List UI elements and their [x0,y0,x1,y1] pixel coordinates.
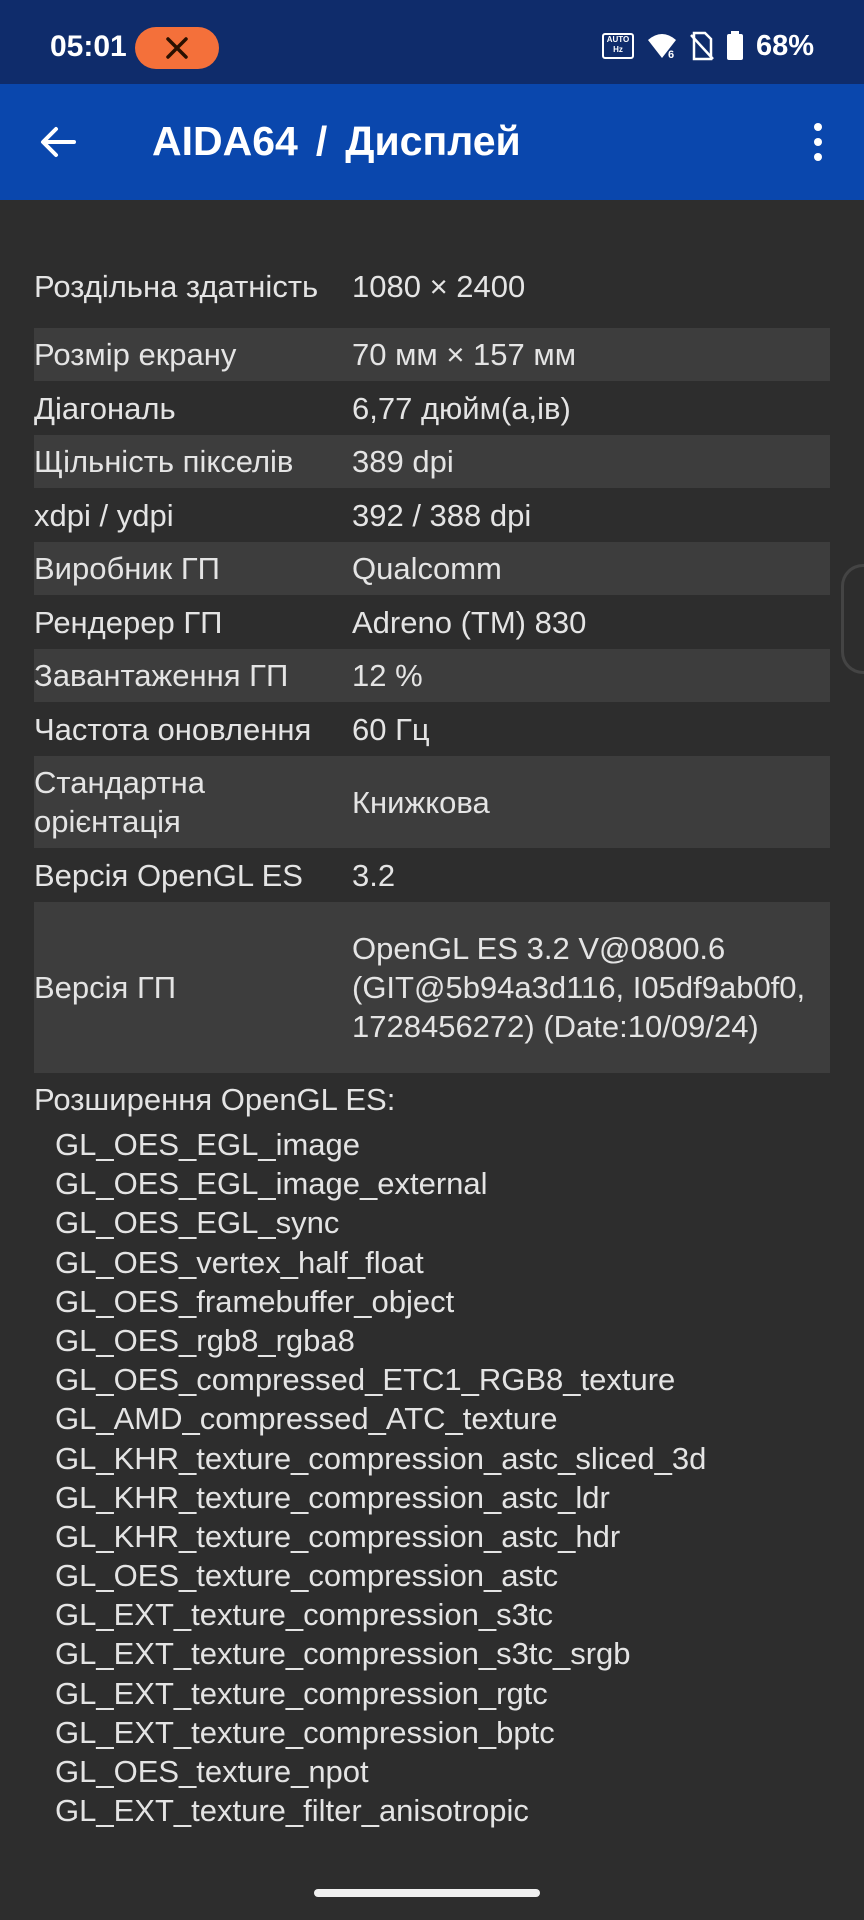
wifi-icon: 6 [647,34,676,60]
list-item: GL_OES_texture_compression_astc [55,1558,559,1594]
status-icons: AUTO Hz 6 68% [601,26,814,66]
row-label: Роздільна здатність [34,268,319,304]
extensions-header: Розширення OpenGL ES: [34,1082,396,1117]
list-item: GL_OES_EGL_image_external [55,1166,488,1202]
list-item: GL_KHR_texture_compression_astc_hdr [55,1518,621,1554]
row-value: OpenGL ES 3.2 V@0800.6 (GIT@5b94a3d116, … [352,931,806,1044]
back-button[interactable] [30,114,86,170]
info-row-refresh-rate: Частота оновлення 60 Гц [34,702,830,756]
row-label: Рендерер ГП [34,604,223,640]
list-item: GL_EXT_texture_compression_bptc [55,1714,555,1750]
edge-panel-handle[interactable] [841,564,864,674]
row-label: xdpi / ydpi [34,497,174,533]
info-row-gpu-load: Завантаження ГП 12 % [34,649,830,702]
page-title: AIDA64 / Дисплей [152,118,521,165]
arrow-left-icon [41,127,76,157]
info-row-diagonal: Діагональ 6,77 дюйм(а,ів) [34,381,830,435]
no-sim-icon [690,31,714,61]
info-row-pixel-density: Щільність пікселів 389 dpi [34,435,830,488]
info-row-resolution: Роздільна здатність 1080 × 2400 [34,244,830,328]
svg-text:6: 6 [668,49,674,60]
battery-percent: 68% [755,29,814,62]
info-row-screen-size: Розмір екрану 70 мм × 157 мм [34,328,830,381]
x-app-badge[interactable] [135,27,219,69]
list-item: GL_EXT_texture_compression_s3tc_srgb [55,1636,631,1672]
auto-hz-icon: AUTO Hz [601,33,634,59]
list-item: GL_OES_framebuffer_object [55,1283,455,1319]
row-value: 70 мм × 157 мм [352,337,577,372]
row-label: Версія OpenGL ES [34,857,303,893]
title-separator: / [315,118,328,164]
list-item: GL_OES_EGL_image [55,1127,361,1162]
row-label: Стандартна орієнтація [34,765,206,839]
info-row-gpu-vendor: Виробник ГП Qualcomm [34,542,830,595]
more-menu-button[interactable] [790,114,846,170]
status-bar: 05:01 AUTO Hz 6 68% [0,0,864,84]
row-value: Qualcomm [352,551,502,586]
row-label: Виробник ГП [34,551,220,586]
row-value: 60 Гц [352,711,430,747]
row-label: Розмір екрану [34,337,237,372]
list-item: GL_OES_texture_npot [55,1754,369,1789]
app-name: AIDA64 [152,118,298,164]
row-value: 6,77 дюйм(а,ів) [352,390,571,426]
list-item: GL_EXT_texture_filter_anisotropic [55,1793,529,1829]
info-row-gpu-renderer: Рендерер ГП Adreno (TM) 830 [34,595,830,649]
row-label: Завантаження ГП [34,658,289,693]
app-bar: AIDA64 / Дисплей [0,84,864,200]
list-item: GL_OES_compressed_ETC1_RGB8_texture [55,1362,676,1398]
row-value: Adreno (TM) 830 [352,604,587,640]
row-value: 392 / 388 dpi [352,497,532,533]
more-vertical-icon [814,123,822,131]
info-row-default-orientation: Стандартна орієнтація Книжкова [34,756,830,848]
info-row-xdpi-ydpi: xdpi / ydpi 392 / 388 dpi [34,488,830,542]
list-item: GL_KHR_texture_compression_astc_ldr [55,1479,610,1515]
info-row-gpu-version: Версія ГП OpenGL ES 3.2 V@0800.6 (GIT@5b… [34,902,830,1073]
list-item: GL_OES_EGL_sync [55,1205,340,1241]
gesture-nav-bar[interactable] [314,1889,540,1897]
row-label: Щільність пікселів [34,444,294,479]
section-name: Дисплей [345,118,521,164]
row-value: 12 % [352,658,423,693]
extensions-list: GL_OES_EGL_image GL_OES_EGL_image_extern… [55,1125,706,1830]
battery-icon [726,31,743,60]
row-value: 1080 × 2400 [352,268,526,304]
row-value: Книжкова [352,784,490,820]
row-label: Версія ГП [34,970,177,1005]
info-row-opengl-version: Версія OpenGL ES 3.2 [34,848,830,902]
x-logo-icon [166,37,188,59]
list-item: GL_KHR_texture_compression_astc_sliced_3… [55,1440,707,1476]
list-item: GL_AMD_compressed_ATC_texture [55,1401,558,1437]
row-value: 389 dpi [352,444,454,479]
row-label: Діагональ [34,390,176,426]
list-item: GL_OES_vertex_half_float [55,1244,424,1280]
list-item: GL_EXT_texture_compression_s3tc [55,1597,553,1633]
row-value: 3.2 [352,857,396,893]
list-item: GL_OES_rgb8_rgba8 [55,1322,355,1358]
info-table: Роздільна здатність 1080 × 2400 Розмір е… [34,244,830,1073]
list-item: GL_EXT_texture_compression_rgtc [55,1675,548,1711]
status-time: 05:01 [50,30,127,63]
row-label: Частота оновлення [34,711,312,747]
